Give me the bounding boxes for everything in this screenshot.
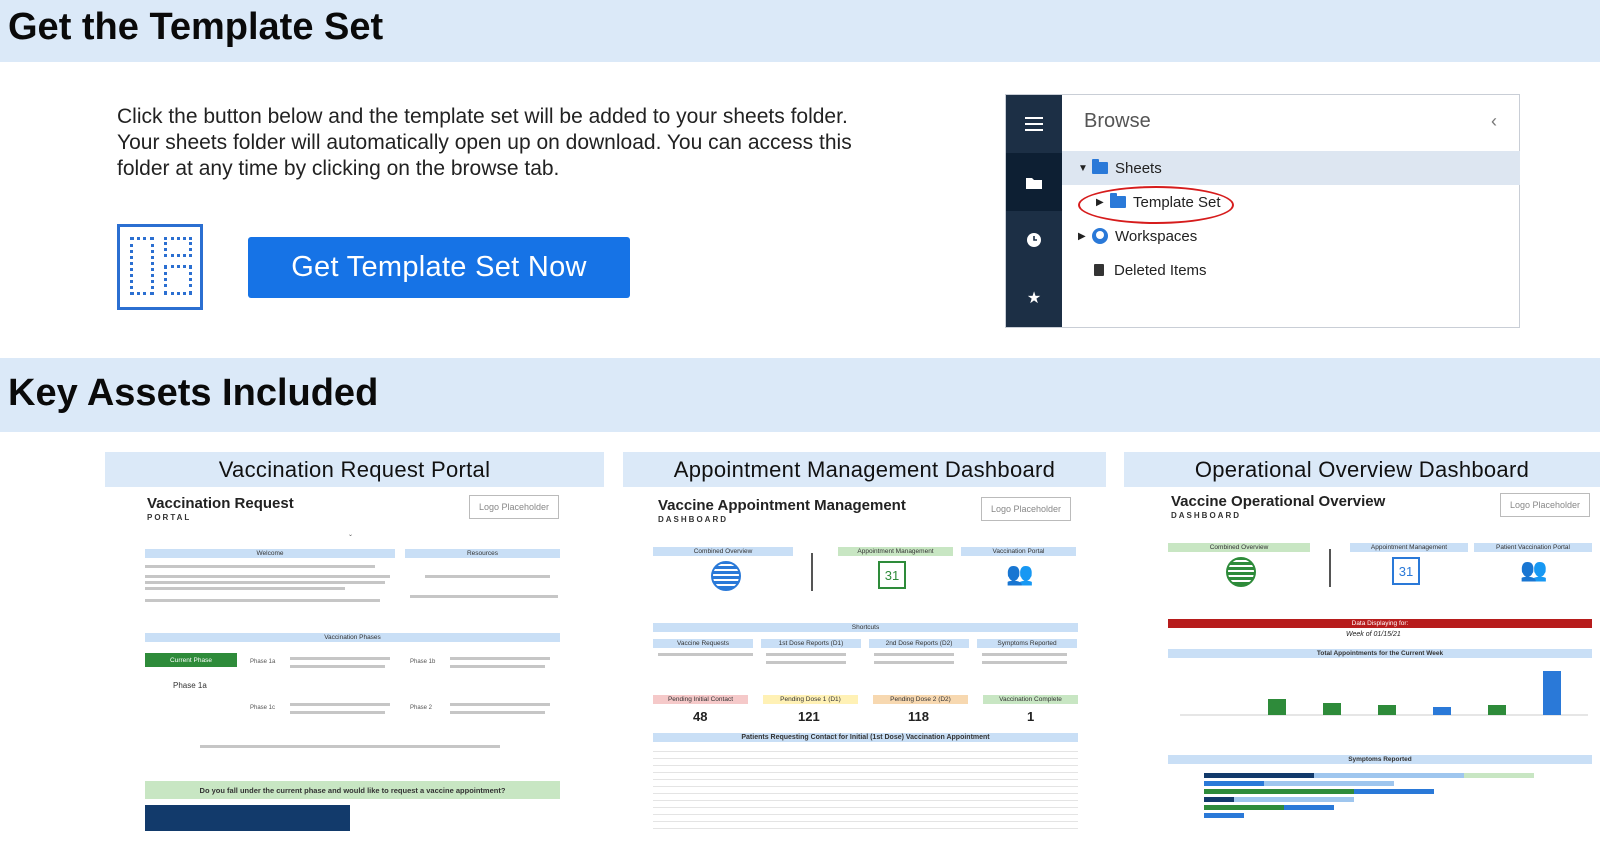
section-header-key-assets: Key Assets Included	[0, 358, 1600, 432]
users-icon: 👥	[1006, 561, 1034, 586]
welcome-strip: Welcome	[145, 549, 395, 558]
nav-patient-portal[interactable]: Patient Vaccination Portal	[1474, 543, 1592, 552]
chart-title: Total Appointments for the Current Week	[1168, 649, 1592, 658]
star-icon[interactable]: ★	[1006, 269, 1062, 327]
operational-preview: Vaccine Operational Overview DASHBOARD L…	[1124, 487, 1600, 847]
template-set-icon	[117, 224, 203, 310]
symptoms-title: Symptoms Reported	[1168, 755, 1592, 764]
browse-rail: ★	[1006, 95, 1062, 327]
section-header-get-template: Get the Template Set	[0, 0, 1600, 62]
tree-item-deleted-items[interactable]: Deleted Items	[1062, 253, 1520, 287]
menu-icon[interactable]	[1006, 95, 1062, 153]
phases-strip: Vaccination Phases	[145, 633, 560, 642]
phase-label: Phase 1c	[250, 705, 276, 711]
symptoms-chart	[1204, 773, 1534, 818]
week-label: Week of 01/15/21	[1346, 631, 1401, 638]
chevron-down-icon: ⌄	[348, 532, 354, 538]
logo-placeholder: Logo Placeholder	[469, 495, 559, 519]
tree-item-sheets[interactable]: ▼ Sheets	[1062, 151, 1520, 185]
asset-card-appointment-dashboard: Appointment Management Dashboard Vaccine…	[623, 452, 1106, 847]
preview-heading: Vaccine Appointment Management	[658, 497, 906, 514]
logo-placeholder: Logo Placeholder	[981, 497, 1071, 521]
patients-table	[653, 749, 1078, 829]
appointment-preview: Vaccine Appointment Management DASHBOARD…	[623, 487, 1106, 847]
section-title: Key Assets Included	[8, 372, 379, 414]
tree-item-workspaces[interactable]: ▶ Workspaces	[1062, 219, 1520, 253]
phase-label: Phase 1b	[410, 659, 436, 665]
section-title: Get the Template Set	[8, 6, 384, 48]
shortcuts-strip: Shortcuts	[653, 623, 1078, 632]
table-title: Patients Requesting Contact for Initial …	[653, 733, 1078, 742]
folder-icon	[1092, 159, 1108, 174]
asset-card-vaccination-portal: Vaccination Request Portal Vaccination R…	[105, 452, 604, 847]
phase-label: Phase 1a	[250, 659, 276, 665]
stat-value: 118	[908, 709, 929, 724]
request-button[interactable]	[145, 805, 350, 831]
clock-icon[interactable]	[1006, 211, 1062, 269]
data-banner: Data Displaying for:	[1168, 619, 1592, 628]
appointments-chart	[1180, 671, 1588, 716]
nav-appointment-management[interactable]: Appointment Management	[1350, 543, 1468, 552]
phase-label: Phase 2	[410, 705, 433, 711]
tree-item-label: Workspaces	[1115, 227, 1198, 245]
shortcut-col: Vaccine Requests	[653, 639, 753, 648]
resources-strip: Resources	[405, 549, 560, 558]
nav-vaccination-portal[interactable]: Vaccination Portal	[961, 547, 1076, 556]
stat-value: 1	[1027, 709, 1035, 724]
asset-card-title: Appointment Management Dashboard	[623, 452, 1106, 487]
shortcut-col: 1st Dose Reports (D1)	[761, 639, 861, 648]
stat-label: Pending Dose 1 (D1)	[763, 695, 858, 704]
globe-icon	[711, 561, 741, 591]
calendar-icon: 31	[1392, 557, 1420, 585]
asset-card-title: Vaccination Request Portal	[105, 452, 604, 487]
trash-icon	[1094, 264, 1104, 276]
portal-preview: Vaccination Request PORTAL Logo Placehol…	[105, 487, 604, 847]
preview-subheading: DASHBOARD	[1171, 511, 1241, 520]
highlight-oval	[1078, 186, 1234, 224]
get-template-set-button[interactable]: Get Template Set Now	[248, 237, 630, 298]
users-icon: 👥	[1520, 557, 1548, 582]
preview-heading: Vaccination Request	[147, 495, 294, 512]
current-phase-label: Phase 1a	[173, 681, 207, 690]
collapse-chevron-icon[interactable]: ‹	[1491, 111, 1497, 132]
tree-item-label: Sheets	[1115, 159, 1162, 177]
current-phase-button[interactable]: Current Phase	[145, 653, 237, 667]
stat-label: Vaccination Complete	[983, 695, 1078, 704]
request-question-banner: Do you fall under the current phase and …	[145, 781, 560, 799]
preview-subheading: PORTAL	[147, 513, 192, 522]
intro-text: Click the button below and the template …	[117, 105, 852, 180]
stat-label: Pending Dose 2 (D2)	[873, 695, 968, 704]
asset-card-title: Operational Overview Dashboard	[1124, 452, 1600, 487]
nav-combined-overview[interactable]: Combined Overview	[653, 547, 793, 556]
calendar-icon: 31	[878, 561, 906, 589]
preview-subheading: DASHBOARD	[658, 515, 728, 524]
stat-value: 121	[798, 709, 820, 724]
logo-placeholder: Logo Placeholder	[1500, 493, 1590, 517]
asset-card-operational-dashboard: Operational Overview Dashboard Vaccine O…	[1124, 452, 1600, 847]
browse-title: Browse	[1084, 110, 1151, 132]
folder-icon[interactable]	[1006, 153, 1062, 211]
preview-heading: Vaccine Operational Overview	[1171, 493, 1386, 510]
stat-label: Pending Initial Contact	[653, 695, 748, 704]
shortcut-col: 2nd Dose Reports (D2)	[869, 639, 969, 648]
globe-icon	[1226, 557, 1256, 587]
shortcut-col: Symptoms Reported	[977, 639, 1077, 648]
workspaces-icon	[1092, 228, 1108, 244]
tree-item-label: Deleted Items	[1114, 261, 1207, 279]
nav-appointment-management[interactable]: Appointment Management	[838, 547, 953, 556]
nav-combined-overview[interactable]: Combined Overview	[1168, 543, 1310, 552]
stat-value: 48	[693, 709, 708, 724]
